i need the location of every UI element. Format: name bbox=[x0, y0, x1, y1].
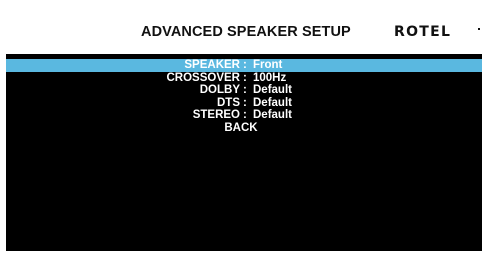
rotel-logo: ROTEL bbox=[394, 24, 452, 40]
page-title: ADVANCED SPEAKER SETUP bbox=[141, 24, 351, 40]
menu-item-separator: : bbox=[243, 71, 247, 84]
menu-item-separator: : bbox=[243, 96, 247, 109]
menu-item-separator: : bbox=[243, 109, 247, 121]
menu-item-separator: : bbox=[243, 59, 247, 71]
menu-item-value: Default bbox=[253, 84, 292, 96]
menu-item-label: DOLBY bbox=[199, 84, 240, 96]
header-bar: ADVANCED SPEAKER SETUP ROTEL bbox=[6, 6, 482, 54]
menu-item-label: SPEAKER bbox=[184, 59, 240, 71]
back-button[interactable]: BACK bbox=[6, 122, 482, 135]
menu-item-stereo[interactable]: STEREO : Default bbox=[6, 109, 482, 122]
logo-mark bbox=[478, 28, 480, 30]
menu-item-dolby[interactable]: DOLBY : Default bbox=[6, 84, 482, 97]
menu-item-crossover[interactable]: CROSSOVER : 100Hz bbox=[6, 72, 482, 85]
menu-item-back[interactable]: BACK bbox=[6, 122, 482, 135]
menu-item-label: DTS bbox=[217, 96, 240, 109]
menu-item-label: CROSSOVER bbox=[166, 71, 241, 84]
menu-item-value: Front bbox=[253, 59, 283, 71]
menu-item-label: STEREO bbox=[192, 109, 240, 121]
menu-item-value: Default bbox=[253, 96, 292, 109]
menu-item-speaker[interactable]: SPEAKER : Front bbox=[6, 59, 482, 72]
menu-item-value: 100Hz bbox=[253, 71, 287, 84]
osd-screen: ADVANCED SPEAKER SETUP ROTEL SPEAKER : F… bbox=[6, 6, 482, 251]
menu-item-separator: : bbox=[243, 84, 247, 96]
menu-item-dts[interactable]: DTS : Default bbox=[6, 97, 482, 110]
settings-menu: SPEAKER : Front CROSSOVER : 100Hz DOLBY … bbox=[6, 59, 482, 134]
menu-item-value: Default bbox=[253, 109, 292, 121]
